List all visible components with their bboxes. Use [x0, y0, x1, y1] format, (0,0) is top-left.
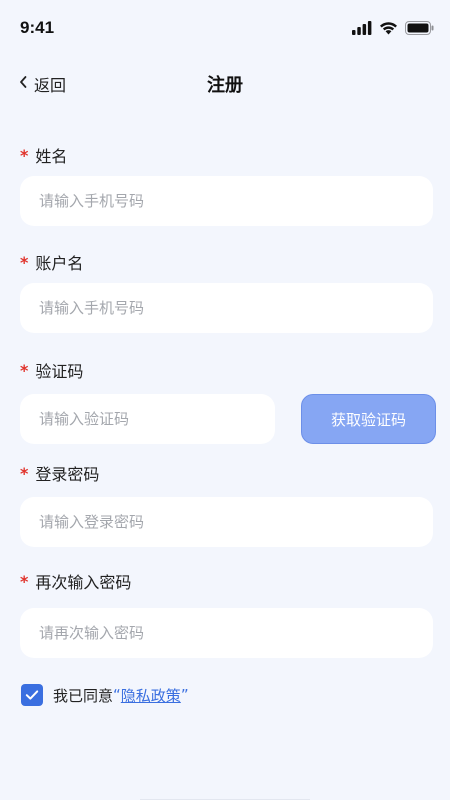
check-icon: [25, 686, 39, 705]
code-label-text: 验证码: [35, 362, 84, 381]
confirm-password-label-text: 再次输入密码: [35, 573, 132, 592]
wifi-icon: [379, 20, 398, 39]
required-mark: *: [20, 252, 29, 272]
password-input[interactable]: [20, 497, 433, 547]
open-quote: “: [113, 686, 121, 704]
confirm-password-label: * 再次输入密码: [20, 569, 131, 593]
name-label: * 姓名: [20, 143, 67, 167]
name-label-text: 姓名: [35, 147, 68, 166]
battery-icon: [405, 20, 434, 39]
account-label-text: 账户名: [35, 254, 84, 273]
privacy-policy-link[interactable]: 隐私政策: [121, 685, 181, 706]
required-mark: *: [20, 145, 29, 165]
close-quote: ”: [180, 686, 189, 704]
code-label: * 验证码: [20, 358, 83, 382]
signal-icon: [352, 20, 372, 39]
status-bar: 9:41: [0, 0, 450, 56]
account-label: * 账户名: [20, 250, 83, 274]
agreement-text: 我已同意: [53, 686, 114, 705]
confirm-password-input[interactable]: [20, 608, 433, 658]
code-input[interactable]: [20, 394, 275, 444]
status-icons: [352, 20, 434, 39]
required-mark: *: [20, 571, 29, 591]
status-time: 9:41: [20, 18, 55, 37]
name-input[interactable]: [20, 176, 433, 226]
agree-checkbox[interactable]: [21, 684, 43, 706]
agreement-row: 我已同意 “ 隐私政策 ”: [21, 684, 189, 706]
required-mark: *: [20, 360, 29, 380]
password-label-text: 登录密码: [35, 465, 100, 484]
password-label: * 登录密码: [20, 461, 99, 485]
required-mark: *: [20, 463, 29, 483]
account-input[interactable]: [20, 283, 433, 333]
get-code-button[interactable]: 获取验证码: [301, 394, 436, 444]
nav-bar: 返回 注册: [0, 60, 450, 108]
page-title: 注册: [207, 75, 243, 96]
